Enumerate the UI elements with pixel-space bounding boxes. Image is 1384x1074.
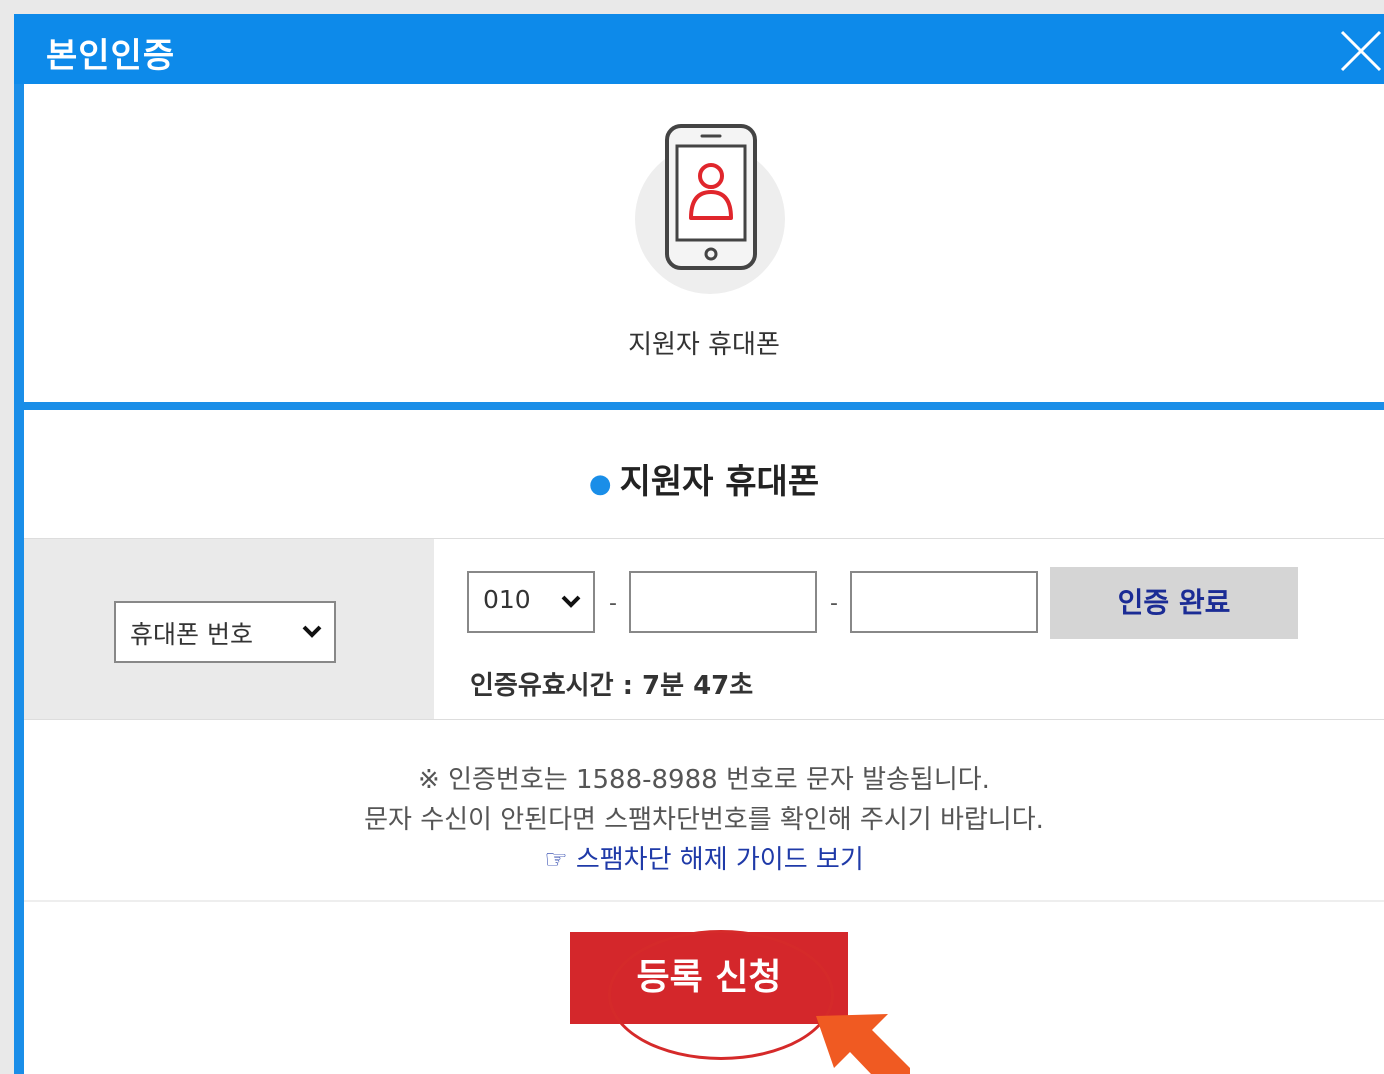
bullet-icon: ● <box>588 468 612 499</box>
auth-timer: 인증유효시간 : 7분 47초 <box>470 671 754 701</box>
dialog-content: 지원자 휴대폰 ● 지원자 휴대폰 휴대폰 번호 010 - - 인증 완료 인증… <box>24 84 1384 1074</box>
close-icon[interactable] <box>1336 26 1384 74</box>
dialog-title: 본인인증 <box>46 36 176 76</box>
auth-type-select[interactable]: 휴대폰 번호 <box>114 601 336 663</box>
phone-middle-input[interactable] <box>629 571 817 633</box>
phone-last-input[interactable] <box>850 571 1038 633</box>
chevron-down-icon <box>561 595 581 608</box>
sms-notice: ※ 인증번호는 1588-8988 번호로 문자 발송됩니다. 문자 수신이 안… <box>24 760 1384 880</box>
auth-dialog: 본인인증 지원자 휴대폰 ● 지원자 휴대폰 휴대폰 번호 010 - - 인증… <box>14 14 1384 1074</box>
dialog-titlebar: 본인인증 <box>14 14 1384 84</box>
phone-user-icon <box>665 124 757 270</box>
phone-prefix-value: 010 <box>483 585 531 614</box>
notice-line-1: ※ 인증번호는 1588-8988 번호로 문자 발송됩니다. <box>418 765 990 795</box>
section-title-text: 지원자 휴대폰 <box>619 462 820 502</box>
notice-line-2: 문자 수신이 안된다면 스팸차단번호를 확인해 주시기 바랍니다. <box>364 805 1044 835</box>
method-panel[interactable]: 지원자 휴대폰 <box>24 84 1384 410</box>
phone-prefix-select[interactable]: 010 <box>467 571 595 633</box>
auth-type-value: 휴대폰 번호 <box>130 620 253 649</box>
dash-separator: - <box>830 591 838 616</box>
section-title: ● 지원자 휴대폰 <box>24 454 1384 503</box>
phone-form-row: 휴대폰 번호 010 - - 인증 완료 인증유효시간 : 7분 47초 <box>24 538 1384 720</box>
confirm-auth-button[interactable]: 인증 완료 <box>1050 567 1298 639</box>
pointer-arrow-icon <box>816 1014 910 1074</box>
method-label: 지원자 휴대폰 <box>628 330 780 360</box>
spam-guide-link[interactable]: ☞ 스팸차단 해제 가이드 보기 <box>24 840 1384 880</box>
divider <box>24 900 1384 902</box>
chevron-down-icon <box>302 625 322 638</box>
register-button[interactable]: 등록 신청 <box>570 932 848 1024</box>
form-label-cell: 휴대폰 번호 <box>24 539 434 719</box>
dash-separator: - <box>609 591 617 616</box>
